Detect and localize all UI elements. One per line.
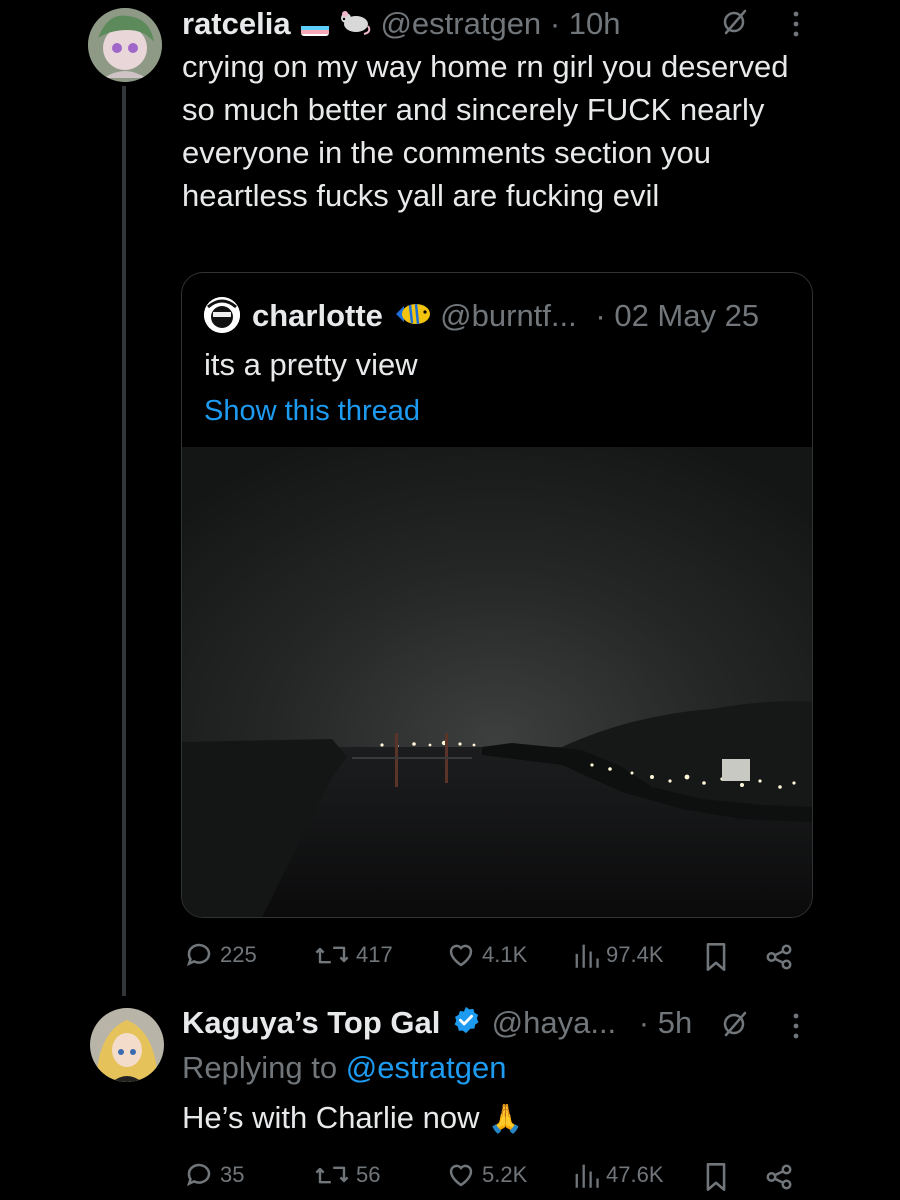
avatar-image	[204, 297, 240, 333]
reply-button[interactable]: 225	[184, 940, 257, 970]
timestamp[interactable]: 5h	[658, 1005, 692, 1040]
bookmark-icon[interactable]	[704, 942, 728, 977]
repost-count: 56	[356, 1162, 381, 1187]
show-thread-link[interactable]: Show this thread	[204, 391, 420, 431]
avatar-image	[88, 8, 162, 82]
quote-header: charlotte @burntf... · 02 May 25	[252, 296, 759, 338]
avatar-kaguyas-top-gal[interactable]	[90, 1008, 164, 1082]
avatar-ratcelia[interactable]	[88, 8, 162, 82]
share-icon[interactable]	[764, 1162, 794, 1197]
avatar-charlotte[interactable]	[204, 297, 240, 333]
repost-button[interactable]: 56	[314, 1160, 380, 1190]
heart-icon	[449, 944, 473, 967]
like-button[interactable]: 5.2K	[446, 1160, 527, 1190]
views-button[interactable]: 47.6K	[572, 1160, 664, 1190]
quote-handle[interactable]: @burntf...	[440, 298, 577, 333]
like-count: 5.2K	[482, 1162, 528, 1187]
tweet2-header: Kaguya’s Top Gal @haya... · 5h	[182, 1003, 692, 1045]
separator: ·	[549, 6, 561, 41]
replying-to-label: Replying to	[182, 1050, 338, 1085]
grok-icon[interactable]	[720, 6, 750, 41]
repost-icon	[315, 1166, 349, 1184]
display-name[interactable]: Kaguya’s Top Gal	[182, 1005, 440, 1040]
reply-count: 225	[220, 942, 257, 967]
reply-icon	[186, 1163, 211, 1187]
like-count: 4.1K	[482, 942, 528, 967]
heart-icon	[449, 1164, 473, 1187]
views-icon	[575, 1164, 599, 1188]
tweet2-text: He’s with Charlie now	[182, 1100, 480, 1135]
share-icon[interactable]	[764, 942, 794, 977]
tweet1-text: crying on my way home rn girl you deserv…	[182, 49, 789, 213]
repost-count: 417	[356, 942, 393, 967]
grok-icon[interactable]	[720, 1008, 750, 1043]
handle[interactable]: @haya...	[492, 1005, 617, 1040]
separator: ·	[638, 1005, 650, 1040]
replying-to: Replying to @estratgen	[182, 1048, 506, 1088]
verified-badge-icon	[451, 1005, 481, 1045]
tropical-fish-icon	[392, 298, 432, 338]
more-options-icon[interactable]	[790, 10, 802, 43]
folded-hands-emoji: 🙏	[488, 1103, 523, 1134]
tweet1-header: ratcelia @estratgen · 10h	[182, 4, 621, 46]
thread-line	[122, 86, 126, 996]
avatar-image	[90, 1008, 164, 1082]
tweet2-text-row: He’s with Charlie now 🙏	[182, 1098, 523, 1139]
like-button[interactable]: 4.1K	[446, 940, 527, 970]
quote-media-image[interactable]	[182, 447, 812, 917]
quote-date[interactable]: · 02 May 25	[595, 298, 759, 333]
rat-icon	[338, 6, 372, 46]
night-river-photo	[182, 447, 812, 917]
quoted-tweet[interactable]: charlotte @burntf... · 02 May 25 its a p…	[181, 272, 813, 918]
view-count: 97.4K	[606, 942, 664, 967]
display-name[interactable]: ratcelia	[182, 6, 291, 41]
timestamp[interactable]: 10h	[569, 6, 621, 41]
repost-button[interactable]: 417	[314, 940, 393, 970]
reply-count: 35	[220, 1162, 245, 1187]
handle[interactable]: @estratgen	[380, 6, 541, 41]
reply-button[interactable]: 35	[184, 1160, 244, 1190]
transgender-flag-icon	[301, 16, 330, 36]
repost-icon	[315, 946, 349, 964]
replying-to-handle[interactable]: @estratgen	[346, 1050, 507, 1085]
views-button[interactable]: 97.4K	[572, 940, 664, 970]
quote-text: its a pretty view	[204, 347, 418, 382]
bookmark-icon[interactable]	[704, 1162, 728, 1197]
reply-icon	[186, 943, 211, 967]
quote-display-name[interactable]: charlotte	[252, 298, 383, 333]
more-options-icon[interactable]	[790, 1012, 802, 1045]
view-count: 47.6K	[606, 1162, 664, 1187]
views-icon	[575, 944, 599, 968]
